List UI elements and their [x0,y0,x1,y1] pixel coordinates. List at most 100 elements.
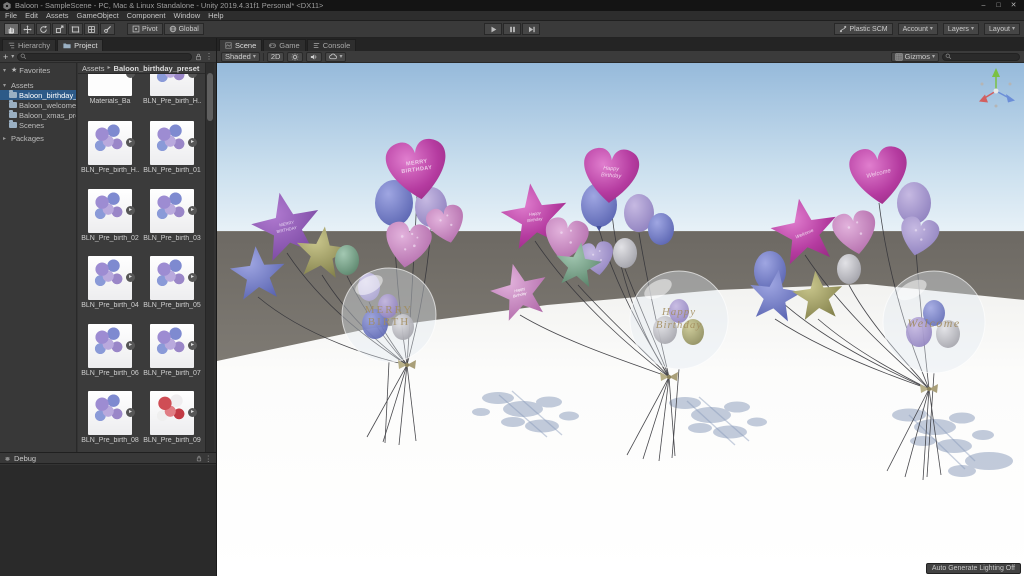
2d-toggle-button[interactable]: 2D [266,51,285,62]
asset-item[interactable]: ▸ BLN_Pre_birth_05 [143,256,201,309]
move-tool-button[interactable] [20,23,35,35]
scene-effects-dropdown[interactable]: ▾ [325,51,347,62]
prefab-expand-icon[interactable]: ▸ [188,341,197,350]
tab-game[interactable]: Game [263,39,306,51]
breadcrumb-arrow-icon: ▸ [107,65,111,71]
account-dropdown[interactable]: Account ▾ [897,23,938,35]
asset-item[interactable]: ▸ BLN_Pre_birth_07 [143,324,201,377]
panel-menu-icon[interactable]: ⋮ [205,52,213,61]
chevron-right-icon[interactable]: ▸ [3,135,9,142]
chevron-down-icon: ▾ [1011,26,1015,32]
transform-tool-button[interactable] [84,23,99,35]
asset-label: BLN_Pre_birth_05 [143,302,201,309]
tab-console-label: Console [322,41,351,50]
scene-audio-toggle[interactable] [306,51,323,62]
asset-item[interactable]: ▸ Materials_Ba [81,74,139,105]
prefab-expand-icon[interactable]: ▸ [188,408,197,417]
layers-dropdown[interactable]: Layers ▾ [942,23,979,35]
scene-lighting-toggle[interactable] [287,51,304,62]
asset-item[interactable]: ▸ BLN_Pre_birth_09 [143,391,201,444]
menu-edit[interactable]: Edit [25,11,38,20]
play-button[interactable] [484,23,502,35]
pause-button[interactable] [503,23,521,35]
maximize-icon[interactable]: □ [991,0,1006,11]
tree-folder-baloon-xmas[interactable]: Baloon_xmas_pre [0,110,76,120]
pause-icon [509,26,515,32]
asset-thumbnail: ▸ [88,121,135,165]
gizmos-dropdown[interactable]: Gizmos ▾ [890,51,939,62]
asset-item[interactable]: ▸ BLN_Pre_birth_01 [143,121,201,174]
global-toggle-button[interactable]: Global [163,23,204,35]
breadcrumb-root[interactable]: Assets [82,64,105,73]
tab-console[interactable]: Console [306,39,357,51]
prefab-expand-icon[interactable]: ▸ [188,273,197,282]
prefab-expand-icon[interactable]: ▸ [126,206,135,215]
prefab-expand-icon[interactable]: ▸ [188,206,197,215]
hand-tool-button[interactable] [4,23,19,35]
minimize-icon[interactable]: – [976,0,991,11]
tree-favorites[interactable]: ▾ ★ Favorites [0,65,76,75]
asset-item[interactable]: ▸ BLN_Pre_birth_H... [143,74,201,105]
scrollbar-thumb[interactable] [207,73,213,121]
tab-scene[interactable]: Scene [219,39,263,51]
bubble-balloon-left: MERRY BIRTH [341,267,437,363]
chevron-down-icon[interactable]: ▾ [3,67,9,74]
asset-item[interactable]: ▸ BLN_Pre_birth_04 [81,256,139,309]
folder-icon [9,90,17,98]
scale-tool-button[interactable] [52,23,67,35]
prefab-expand-icon[interactable]: ▸ [126,341,135,350]
tree-folder-baloon-birthday[interactable]: Baloon_birthday_ [0,90,76,100]
2d-label: 2D [270,52,281,61]
tree-folder-baloon-welcome[interactable]: Baloon_welcome [0,100,76,110]
prefab-expand-icon[interactable]: ▸ [126,273,135,282]
scene-viewport[interactable]: MERRY BIRTHDAY MERRY BIRTHDAY MERRY BIRT… [217,63,1024,576]
shading-mode-label: Shaded [225,52,251,61]
shading-mode-dropdown[interactable]: Shaded ▾ [221,51,260,62]
sun-icon [292,53,299,60]
breadcrumb-current[interactable]: Baloon_birthday_preset [114,64,200,73]
tree-assets-root[interactable]: ▾ Assets [0,80,76,90]
close-icon[interactable]: ✕ [1006,0,1021,11]
assets-root-label: Assets [11,80,34,90]
asset-item[interactable]: ▸ BLN_Pre_birth_02 [81,189,139,242]
scene-search-input[interactable] [942,52,1020,61]
prefab-expand-icon[interactable]: ▸ [188,74,197,78]
chevron-down-icon[interactable]: ▾ [3,82,9,89]
tab-project[interactable]: Project [57,39,104,51]
debug-bar[interactable]: Debug ⋮ [0,452,216,464]
menu-window[interactable]: Window [173,11,200,20]
tree-folder-scenes[interactable]: Scenes [0,120,76,130]
prefab-expand-icon[interactable]: ▸ [126,74,135,78]
asset-label: BLN_Pre_birth_04 [81,302,139,309]
auto-generate-lighting-status[interactable]: Auto Generate Lighting Off [925,563,1021,574]
asset-item[interactable]: ▸ BLN_Pre_birth_H... [81,121,139,174]
menu-file[interactable]: File [5,11,17,20]
prefab-expand-icon[interactable]: ▸ [126,138,135,147]
pivot-toggle-button[interactable]: Pivot [127,23,163,35]
panel-menu-icon[interactable]: ⋮ [205,454,213,463]
asset-item[interactable]: ▸ BLN_Pre_birth_06 [81,324,139,377]
project-search-input[interactable] [17,52,192,61]
rotate-tool-button[interactable] [36,23,51,35]
layout-dropdown[interactable]: Layout ▾ [983,23,1020,35]
prefab-expand-icon[interactable]: ▸ [188,138,197,147]
tab-project-label: Project [74,41,98,50]
chevron-down-icon[interactable]: ▾ [11,54,14,60]
prefab-expand-icon[interactable]: ▸ [126,408,135,417]
menu-component[interactable]: Component [127,11,166,20]
lock-icon[interactable] [196,455,202,462]
plastic-scm-button[interactable]: Plastic SCM [834,23,893,35]
custom-tool-button[interactable] [100,23,115,35]
menu-assets[interactable]: Assets [46,11,69,20]
step-button[interactable] [522,23,540,35]
create-asset-button[interactable]: + [3,52,8,61]
menu-gameobject[interactable]: GameObject [77,11,119,20]
tree-packages[interactable]: ▸ Packages [0,133,76,143]
menu-help[interactable]: Help [208,11,223,20]
tab-hierarchy[interactable]: Hierarchy [2,39,57,51]
rect-tool-button[interactable] [68,23,83,35]
grid-scrollbar[interactable] [205,63,214,452]
lock-icon[interactable] [195,53,202,61]
asset-item[interactable]: ▸ BLN_Pre_birth_03 [143,189,201,242]
asset-item[interactable]: ▸ BLN_Pre_birth_08 [81,391,139,444]
